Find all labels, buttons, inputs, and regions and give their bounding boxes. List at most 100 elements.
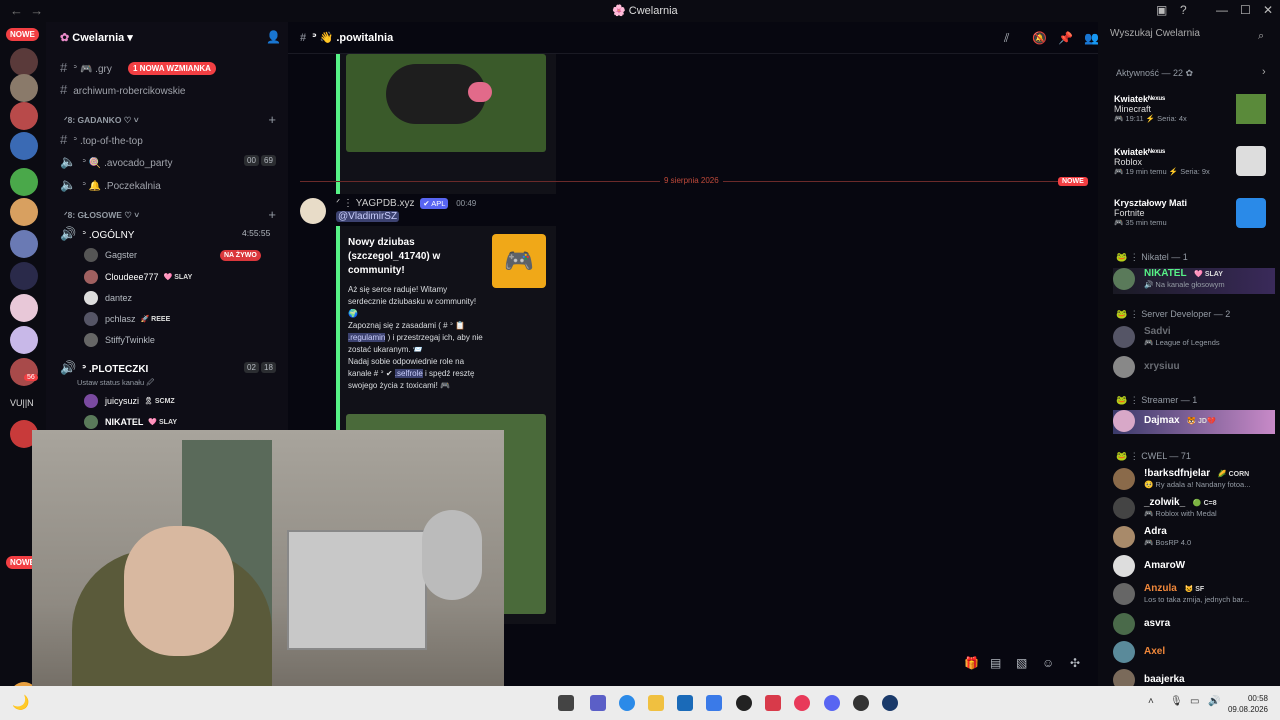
channel-ogolny[interactable]: 🔊 ᐣ .OGÓLNY (60, 226, 134, 242)
inbox-icon[interactable]: ▣ (1156, 3, 1167, 17)
edge-icon[interactable] (619, 695, 635, 711)
member-row[interactable]: Dajmax 🐯 JD💔 (1113, 410, 1275, 434)
server-icon[interactable] (10, 168, 38, 196)
channel-archiwum[interactable]: # archiwum-robercikowskie (60, 82, 186, 97)
category-gadanko[interactable]: ᐟ8: GADANKO ♡ ˅ (64, 115, 139, 126)
gift-icon[interactable]: 🎁 (964, 656, 979, 670)
author-name[interactable]: ᐟ ⋮ YAGPDB.xyz (336, 198, 415, 209)
clock-date: 09.08.2026 (1227, 705, 1268, 714)
activity-card[interactable]: Kwiatekᴺᵉˣᵘˢ Minecraft 🎮 19:11 ⚡ Seria: … (1114, 94, 1187, 123)
forward-icon[interactable]: → (30, 3, 43, 18)
search-input[interactable]: Wyszukaj Cwelarnia (1110, 28, 1270, 48)
channel-link-regulamin[interactable]: .regulamin (348, 333, 386, 342)
weather-icon[interactable]: 🌙 (12, 694, 29, 711)
add-channel-icon[interactable]: + (268, 112, 276, 127)
member-name: !barksdfnjelar (1144, 468, 1211, 479)
speaker-icon: 🔈 (60, 177, 77, 192)
voice-user[interactable]: NIKATEL 🩷 SLAY (84, 415, 177, 429)
app-icon[interactable] (558, 695, 574, 711)
apps-icon[interactable]: ✣ (1070, 656, 1080, 670)
sticker-icon[interactable]: ▧ (1016, 656, 1027, 670)
gif-icon[interactable]: ▤ (990, 656, 1001, 670)
back-icon[interactable]: ← (10, 3, 23, 18)
set-channel-status[interactable]: Ustaw status kanału 🖉 (77, 377, 154, 390)
member-name: Dajmax (1144, 415, 1180, 426)
discord-icon[interactable] (824, 695, 840, 711)
channel-poczekalnia[interactable]: 🔈 ᐣ 🔔 .Poczekalnia (60, 177, 161, 193)
app-icon[interactable] (765, 695, 781, 711)
emoji-icon[interactable]: ☺ (1042, 656, 1054, 670)
voice-user[interactable]: Cloudeee777 🩷 SLAY (84, 270, 192, 284)
message-header: ᐟ ⋮ YAGPDB.xyz ✔ APL 00:49 (336, 198, 476, 209)
nav-arrows[interactable]: ← → (10, 3, 43, 18)
server-vujn[interactable]: VU||N (10, 398, 34, 408)
fortnite-icon (1236, 198, 1266, 228)
add-member-icon[interactable]: 👤 (266, 30, 281, 44)
opera-icon[interactable] (794, 695, 810, 711)
app-icon[interactable] (736, 695, 752, 711)
embed-image[interactable] (346, 54, 546, 152)
server-icon[interactable] (10, 102, 38, 130)
explorer-icon[interactable] (648, 695, 664, 711)
voice-user[interactable]: StiffyTwinkle (84, 333, 155, 347)
server-icon[interactable] (10, 326, 38, 354)
tray-chevron-icon[interactable]: ˄ (1148, 696, 1154, 707)
pin-icon[interactable]: 📌 (1058, 31, 1073, 45)
teams-icon[interactable] (590, 695, 606, 711)
activity-card[interactable]: Kwiatekᴺᵉˣᵘˢ Roblox 🎮 19 min temu ⚡ Seri… (1114, 147, 1210, 176)
server-tag: 🌽 CORN (1217, 471, 1250, 478)
guild-header[interactable]: ✿ Cwelarnia ▾ (60, 31, 133, 44)
channel-top[interactable]: # ᐣ .top-of-the-top (60, 132, 143, 147)
voice-user[interactable]: dantez (84, 291, 132, 305)
chevron-right-icon[interactable]: › (1262, 66, 1266, 78)
add-channel-icon[interactable]: + (268, 207, 276, 222)
clock-time: 00:58 (1247, 694, 1268, 703)
help-icon[interactable]: ? (1180, 3, 1187, 17)
activity-card[interactable]: Kryształowy Mati Fortnite 🎮 35 min temu (1114, 198, 1187, 227)
channel-gry[interactable]: # ᐣ 🎮 .gry (60, 60, 112, 75)
activity-user: Kwiatekᴺᵉˣᵘˢ (1114, 147, 1166, 157)
close-icon[interactable]: ✕ (1263, 3, 1273, 17)
server-tag: 🩷 SLAY (148, 419, 178, 426)
server-tag: 😺 SF (1184, 586, 1205, 593)
discord-icon: 🎮 (504, 247, 534, 275)
volume-icon[interactable]: 🔊 (1208, 696, 1220, 707)
steam-icon[interactable] (882, 695, 898, 711)
server-icon[interactable] (10, 358, 38, 386)
server-icon[interactable] (10, 48, 38, 76)
mic-icon[interactable]: 🎙 (1170, 696, 1183, 707)
member-name: Anzula (1144, 583, 1177, 594)
channel-ploteczki[interactable]: 🔊 ᐣ .PLOTECZKI (60, 360, 148, 376)
member-row[interactable]: NIKATEL 🩷 SLAY 🔊 Na kanale głosowym (1113, 268, 1275, 294)
mute-icon[interactable]: 🔕 (1032, 31, 1047, 45)
server-icon[interactable] (10, 294, 38, 322)
author-avatar[interactable] (300, 198, 326, 224)
voice-user[interactable]: pchlasz 🚀 REEE (84, 312, 170, 326)
voice-user-name: dantez (105, 293, 133, 303)
server-icon[interactable] (10, 74, 38, 102)
app-icon[interactable] (706, 695, 722, 711)
server-icon[interactable] (10, 198, 38, 226)
network-icon[interactable]: ▭ (1190, 696, 1199, 707)
user-mention[interactable]: @VladimirSZ (336, 211, 400, 222)
server-icon[interactable] (10, 132, 38, 160)
channel-link-selfrole[interactable]: .selfrole (394, 369, 423, 378)
user-count: 00 (244, 155, 259, 166)
server-icon[interactable] (10, 230, 38, 258)
app-icon[interactable] (853, 695, 869, 711)
channel-avocado[interactable]: 🔈 ᐣ 🍭 .avocado_party (60, 154, 173, 170)
taskbar: 🌙 ˄ 🎙 ▭ 🔊 00:58 09.08.2026 (0, 686, 1280, 720)
threads-icon[interactable]: ⫽ (1004, 31, 1009, 46)
voice-user[interactable]: Gagster (84, 248, 137, 262)
voice-user[interactable]: juicysuzi 🎗 SCMZ (84, 394, 175, 408)
channel-sidebar: ✿ Cwelarnia ▾ 👤 # ᐣ 🎮 .gry 1 NOWA WZMIANK… (46, 22, 288, 430)
server-icon[interactable] (10, 262, 38, 290)
maximize-icon[interactable]: ☐ (1240, 3, 1251, 17)
store-icon[interactable] (677, 695, 693, 711)
search-icon[interactable]: ⌕ (1258, 30, 1264, 43)
minimize-icon[interactable]: — (1216, 3, 1228, 17)
clock[interactable]: 00:58 09.08.2026 (1228, 693, 1268, 715)
member-list-icon[interactable]: 👥 (1084, 31, 1099, 45)
embed-text: Zapoznaj się z zasadami ( # ᐣ 📋 (348, 321, 466, 330)
category-glosowe[interactable]: ᐟ8: GŁOSOWE ♡ ˅ (64, 210, 139, 221)
